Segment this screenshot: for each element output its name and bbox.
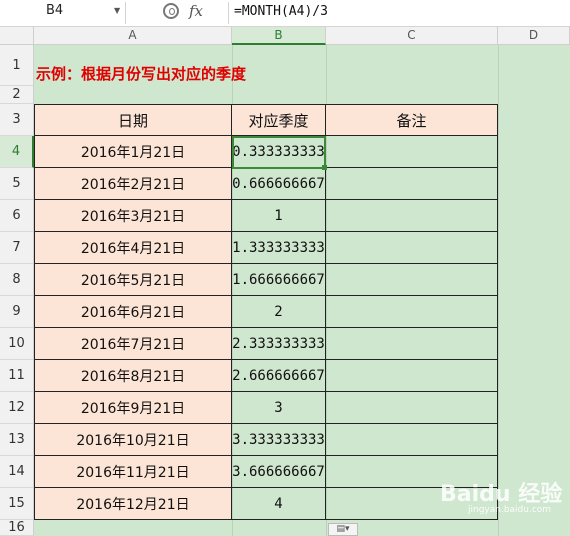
quarter-cell[interactable]: 1 xyxy=(232,200,326,232)
row-header[interactable]: 13 xyxy=(0,424,34,456)
quarter-cell[interactable]: 3 xyxy=(232,392,326,424)
formula-divider xyxy=(228,2,229,24)
remark-cell[interactable] xyxy=(326,168,498,200)
header-date[interactable]: 日期 xyxy=(34,104,232,136)
quarter-cell[interactable]: 1.666666667 xyxy=(232,264,326,296)
date-cell[interactable]: 2016年5月21日 xyxy=(34,264,232,296)
row-header[interactable]: 16 xyxy=(0,520,34,536)
date-cell[interactable]: 2016年6月21日 xyxy=(34,296,232,328)
select-all-corner[interactable] xyxy=(0,27,34,45)
remark-cell[interactable] xyxy=(326,392,498,424)
date-cell[interactable]: 2016年10月21日 xyxy=(34,424,232,456)
date-cell[interactable]: 2016年12月21日 xyxy=(34,488,232,520)
quarter-cell[interactable]: 3.333333333 xyxy=(232,424,326,456)
remark-cell[interactable] xyxy=(326,200,498,232)
quarter-cell[interactable]: 3.666666667 xyxy=(232,456,326,488)
date-cell[interactable]: 2016年11月21日 xyxy=(34,456,232,488)
row-header[interactable]: 8 xyxy=(0,264,34,296)
remark-cell[interactable] xyxy=(326,328,498,360)
quarter-cell[interactable]: 0.666666667 xyxy=(232,168,326,200)
row-header[interactable]: 7 xyxy=(0,232,34,264)
column-header-b[interactable]: B xyxy=(232,27,326,45)
quarter-cell[interactable]: 1.333333333 xyxy=(232,232,326,264)
remark-cell[interactable] xyxy=(326,264,498,296)
quarter-cell[interactable]: 2.333333333 xyxy=(232,328,326,360)
remark-cell[interactable] xyxy=(326,232,498,264)
grid-line xyxy=(498,45,499,536)
formula-input[interactable]: =MONTH(A4)/3 xyxy=(234,4,328,19)
active-cell-border[interactable] xyxy=(232,136,326,169)
row-header[interactable]: 2 xyxy=(0,86,34,104)
row-header[interactable]: 15 xyxy=(0,488,34,520)
row-header[interactable]: 1 xyxy=(0,45,34,86)
sheet-title: 示例：根据月份写出对应的季度 xyxy=(36,65,247,83)
remark-cell[interactable] xyxy=(326,424,498,456)
column-header-d[interactable]: D xyxy=(498,27,570,45)
chevron-down-icon[interactable]: ▼ xyxy=(114,6,120,15)
quarter-cell[interactable]: 2 xyxy=(232,296,326,328)
date-cell[interactable]: 2016年7月21日 xyxy=(34,328,232,360)
row-header[interactable]: 14 xyxy=(0,456,34,488)
date-cell[interactable]: 2016年9月21日 xyxy=(34,392,232,424)
fill-handle[interactable] xyxy=(322,165,327,170)
row-header[interactable]: 9 xyxy=(0,296,34,328)
column-header-a[interactable]: A xyxy=(34,27,232,45)
header-remark[interactable]: 备注 xyxy=(326,104,498,136)
row-header[interactable]: 12 xyxy=(0,392,34,424)
date-cell[interactable]: 2016年3月21日 xyxy=(34,200,232,232)
row-header[interactable]: 4 xyxy=(0,136,34,168)
name-box-value: B4 xyxy=(46,3,64,18)
date-cell[interactable]: 2016年1月21日 xyxy=(34,136,232,168)
column-header-c[interactable]: C xyxy=(326,27,498,45)
remark-cell[interactable] xyxy=(326,136,498,168)
date-cell[interactable]: 2016年4月21日 xyxy=(34,232,232,264)
zoom-icon[interactable] xyxy=(163,3,179,19)
watermark-logo: Baidu 经验 xyxy=(440,482,563,507)
row-header[interactable]: 10 xyxy=(0,328,34,360)
row-header[interactable]: 6 xyxy=(0,200,34,232)
remark-cell[interactable] xyxy=(326,296,498,328)
date-cell[interactable]: 2016年8月21日 xyxy=(34,360,232,392)
paste-options-icon[interactable]: ▤▾ xyxy=(328,523,358,536)
header-quarter[interactable]: 对应季度 xyxy=(232,104,326,136)
fx-icon[interactable]: fx xyxy=(189,2,203,20)
quarter-cell[interactable]: 2.666666667 xyxy=(232,360,326,392)
quarter-cell[interactable]: 4 xyxy=(232,488,326,520)
date-cell[interactable]: 2016年2月21日 xyxy=(34,168,232,200)
row-header[interactable]: 11 xyxy=(0,360,34,392)
watermark-url: jingyan.baidu.com xyxy=(468,505,552,515)
row-header[interactable]: 3 xyxy=(0,104,34,136)
row-header[interactable]: 5 xyxy=(0,168,34,200)
remark-cell[interactable] xyxy=(326,360,498,392)
